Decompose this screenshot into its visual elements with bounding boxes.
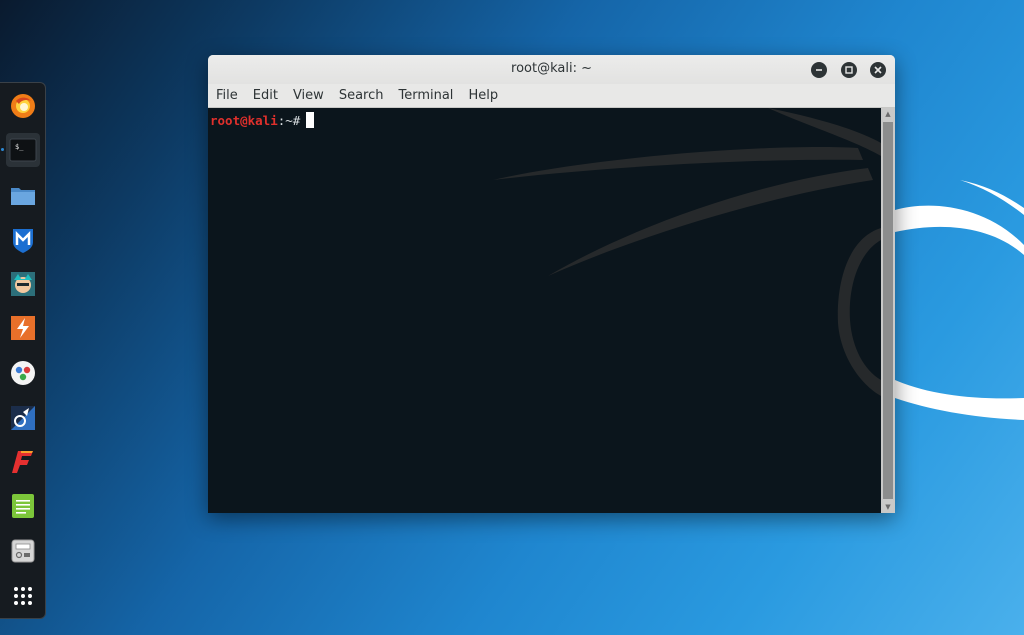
beef-icon [11,406,35,430]
prompt-user: root@kali [210,113,278,128]
dock-item-terminal[interactable]: $_ [1,133,40,167]
firefox-icon [11,94,35,118]
minimize-icon [816,69,822,71]
prompt-path: :~# [277,113,301,128]
cherrytree-icon [11,539,35,563]
menu-view[interactable]: View [285,88,331,103]
menu-search[interactable]: Search [331,88,391,103]
terminal-scrollbar[interactable]: ▲ ▼ [881,108,895,513]
terminal-output[interactable]: root@kali:~# [208,108,881,513]
armitage-icon [11,272,35,296]
menubar: File Edit View Search Terminal Help [208,84,895,108]
dock-item-metasploit[interactable] [6,223,40,257]
dock-item-cherrytree[interactable] [6,534,40,568]
dock-item-armitage[interactable] [6,267,40,301]
maximize-button[interactable] [841,62,857,78]
menu-edit[interactable]: Edit [245,88,285,103]
window-titlebar[interactable]: root@kali: ~ [208,55,895,84]
dock-item-leafpad[interactable] [6,489,40,523]
metasploit-icon [13,229,33,253]
leafpad-icon [12,494,34,518]
dock-item-burpsuite[interactable] [6,311,40,345]
dock: $_ [0,82,46,619]
dock-item-beef[interactable] [6,401,40,435]
close-button[interactable] [870,62,886,78]
dock-item-faraday[interactable] [6,445,40,479]
terminal-icon: $_ [9,138,37,162]
files-icon [11,188,35,205]
scroll-up-icon[interactable]: ▲ [881,108,895,120]
active-indicator [1,148,4,151]
dock-item-maltego[interactable] [6,356,40,390]
maltego-icon [11,361,35,385]
terminal-background-dragon [493,108,881,396]
dock-item-show-applications[interactable] [6,579,40,613]
scroll-down-icon[interactable]: ▼ [881,501,895,513]
menu-file[interactable]: File [208,88,245,103]
scrollbar-thumb[interactable] [883,122,893,499]
window-title: root@kali: ~ [511,61,592,76]
dock-item-firefox[interactable] [6,89,40,123]
desktop: $_ root@kali: ~ File Edit View Search Te… [0,0,1024,635]
maximize-icon [845,66,853,74]
menu-help[interactable]: Help [460,88,505,103]
faraday-icon [12,451,33,473]
terminal-window[interactable]: root@kali: ~ File Edit View Search Termi… [208,55,895,513]
minimize-button[interactable] [811,62,827,78]
close-icon [874,66,882,74]
menu-terminal[interactable]: Terminal [390,88,460,103]
terminal-cursor [306,112,315,128]
dock-item-files[interactable] [6,178,40,212]
burpsuite-icon [11,316,35,340]
terminal-prompt-line: root@kali:~# [210,112,315,128]
show-applications-icon [14,587,32,605]
svg-text:$_: $_ [15,143,24,151]
